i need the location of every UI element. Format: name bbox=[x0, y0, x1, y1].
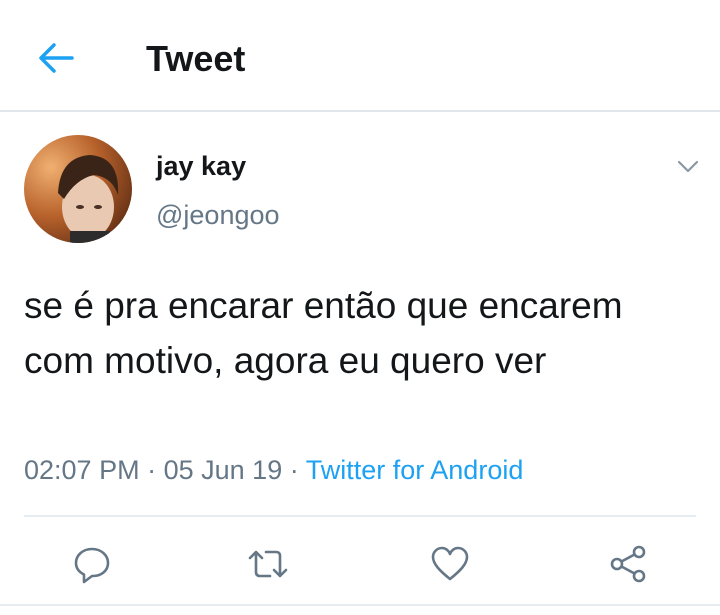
reply-button[interactable] bbox=[72, 544, 112, 584]
retweet-button[interactable] bbox=[248, 544, 288, 584]
divider bbox=[24, 515, 696, 517]
divider bbox=[0, 604, 720, 606]
tweet-date: 05 Jun 19 bbox=[163, 455, 283, 485]
tweet-meta: 02:07 PM · 05 Jun 19 · Twitter for Andro… bbox=[24, 455, 523, 486]
retweet-icon bbox=[248, 550, 288, 578]
meta-separator: · bbox=[289, 455, 299, 485]
tweet-actions bbox=[0, 536, 720, 592]
page-title: Tweet bbox=[146, 38, 246, 79]
display-name[interactable]: jay kay bbox=[156, 151, 246, 182]
meta-separator: · bbox=[147, 455, 157, 485]
speech-bubble-icon bbox=[74, 547, 110, 584]
tweet-text: se é pra encarar então que encarem com m… bbox=[24, 285, 623, 381]
tweet-time: 02:07 PM bbox=[24, 455, 140, 485]
heart-icon bbox=[431, 546, 469, 581]
more-options-button[interactable] bbox=[676, 154, 700, 178]
top-app-bar: Tweet bbox=[0, 0, 720, 112]
share-button[interactable] bbox=[608, 544, 648, 584]
avatar[interactable] bbox=[24, 135, 132, 243]
user-handle[interactable]: @jeongoo bbox=[156, 200, 280, 231]
chevron-down-icon bbox=[677, 160, 699, 173]
back-button[interactable] bbox=[36, 40, 76, 76]
arrow-left-icon bbox=[39, 43, 74, 73]
share-icon bbox=[610, 545, 646, 583]
like-button[interactable] bbox=[430, 544, 470, 584]
tweet-source-link[interactable]: Twitter for Android bbox=[306, 455, 524, 485]
